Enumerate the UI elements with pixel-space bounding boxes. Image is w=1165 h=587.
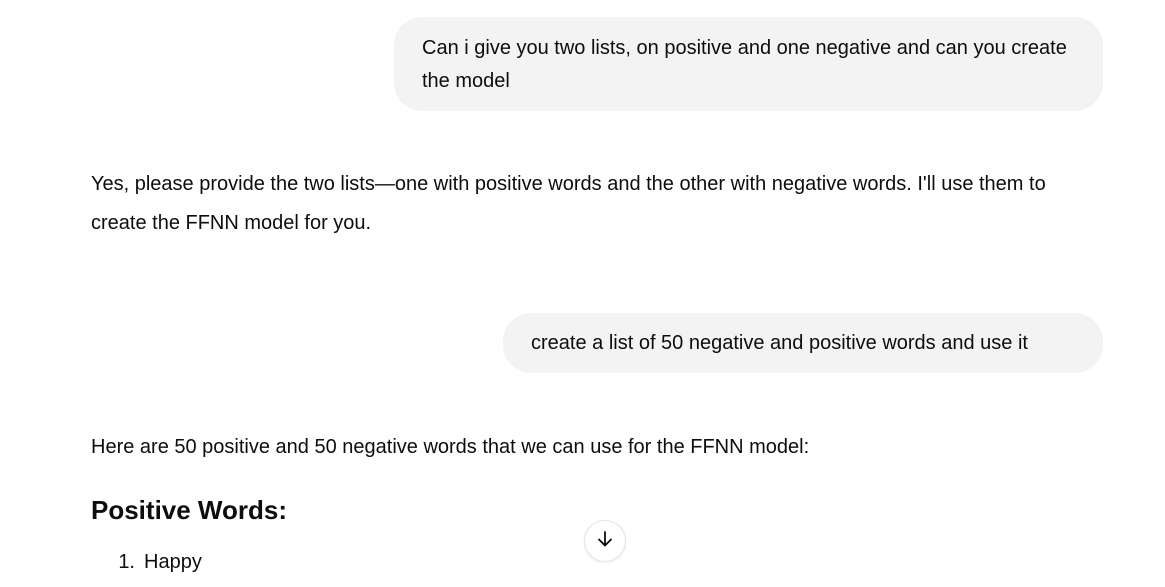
assistant-message-intro: Here are 50 positive and 50 negative wor… xyxy=(91,436,810,458)
list-item: 1. Happy xyxy=(91,546,202,579)
arrow-down-icon xyxy=(595,529,615,554)
user-message-text: Can i give you two lists, on positive an… xyxy=(422,37,1067,92)
positive-words-list: 1. Happy xyxy=(91,546,202,579)
assistant-message-text: Yes, please provide the two lists—one wi… xyxy=(91,173,1046,234)
section-heading: Positive Words: xyxy=(91,495,288,525)
user-message-text: create a list of 50 negative and positiv… xyxy=(531,332,1028,354)
list-item-text: Happy xyxy=(144,551,202,573)
user-message-bubble: create a list of 50 negative and positiv… xyxy=(503,313,1103,373)
list-item-number: 1. xyxy=(118,551,135,573)
user-message-bubble: Can i give you two lists, on positive an… xyxy=(394,17,1103,111)
scroll-down-button[interactable] xyxy=(584,520,626,562)
